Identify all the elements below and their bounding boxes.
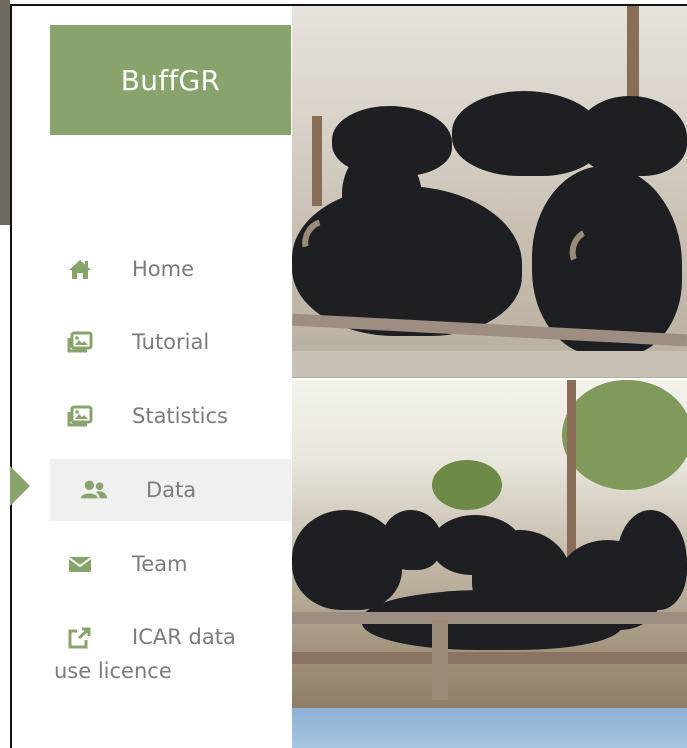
nav-label-statistics: Statistics bbox=[132, 404, 228, 428]
nav-label-icar-licence: use licence bbox=[54, 659, 172, 683]
buffalo-photo-3 bbox=[292, 708, 687, 748]
nav-item-home[interactable]: Home bbox=[50, 238, 291, 300]
external-link-icon bbox=[66, 626, 94, 650]
image-icon bbox=[66, 330, 94, 354]
home-icon bbox=[66, 257, 94, 281]
envelope-icon bbox=[66, 552, 94, 576]
nav-label-team: Team bbox=[132, 552, 188, 576]
brand-header[interactable]: BuffGR bbox=[50, 25, 291, 135]
nav-label-data: Data bbox=[146, 478, 197, 502]
brand-title: BuffGR bbox=[120, 63, 221, 97]
nav-label-tutorial: Tutorial bbox=[132, 330, 210, 354]
nav-item-statistics[interactable]: Statistics bbox=[50, 385, 291, 447]
background-page-strip bbox=[0, 0, 10, 225]
nav-item-tutorial[interactable]: Tutorial bbox=[50, 311, 291, 373]
nav-item-team[interactable]: Team bbox=[50, 533, 291, 595]
nav-item-data[interactable]: Data bbox=[50, 459, 291, 521]
users-icon bbox=[80, 478, 108, 502]
buffalo-photo-2 bbox=[292, 380, 687, 708]
buffalo-photo-1 bbox=[292, 6, 687, 378]
nav-item-icar-licence[interactable]: ICAR data use licence bbox=[54, 616, 294, 696]
nav-label-icar-data: ICAR data bbox=[132, 625, 236, 649]
image-icon bbox=[66, 404, 94, 428]
nav-label-home: Home bbox=[132, 257, 195, 281]
active-indicator bbox=[10, 466, 30, 506]
